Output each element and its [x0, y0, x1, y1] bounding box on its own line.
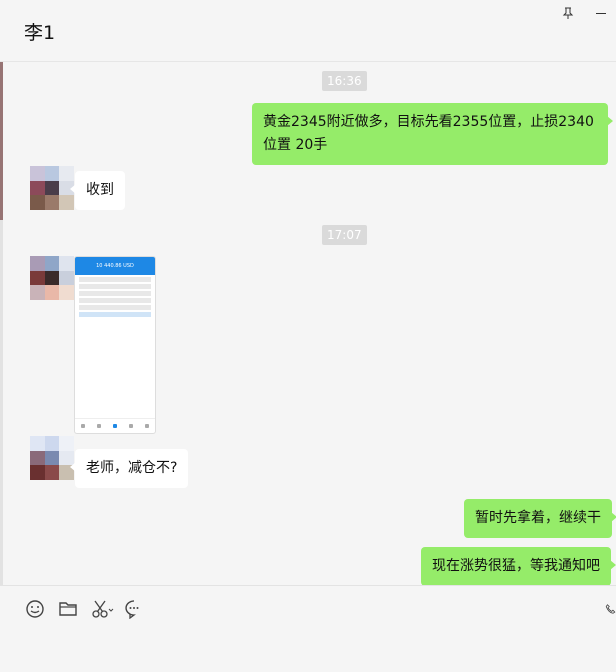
timestamp: 17:07: [322, 225, 367, 245]
image-message[interactable]: 10 440.86 USD: [74, 256, 156, 434]
message-input-area[interactable]: [0, 585, 616, 672]
chat-title: 李1: [24, 22, 56, 44]
chat-bubble-icon[interactable]: [123, 598, 145, 620]
avatar[interactable]: [30, 436, 74, 480]
scissors-icon[interactable]: [90, 598, 116, 620]
received-message[interactable]: 收到: [70, 171, 125, 210]
avatar[interactable]: [30, 166, 74, 210]
timestamp: 16:36: [322, 71, 367, 91]
avatar[interactable]: [30, 256, 74, 300]
sent-message[interactable]: 暂时先拿着，继续干: [464, 499, 616, 538]
phone-screenshot-header: 10 440.86 USD: [75, 257, 155, 275]
minimize-button[interactable]: [586, 0, 616, 26]
phone-icon[interactable]: [605, 598, 616, 620]
received-message[interactable]: 老师，减仓不?: [69, 449, 189, 488]
sent-message[interactable]: 现在涨势很猛，等我通知吧: [421, 547, 616, 586]
chat-header: 李1: [0, 0, 616, 62]
pin-icon[interactable]: [553, 0, 583, 26]
sent-message[interactable]: 黄金2345附近做多，目标先看2355位置，止损2340位置 20手: [252, 103, 613, 165]
emoji-icon[interactable]: [24, 598, 46, 620]
window-left-edge: [0, 0, 3, 671]
phone-nav-bar: [75, 418, 155, 433]
folder-icon[interactable]: [57, 598, 79, 620]
